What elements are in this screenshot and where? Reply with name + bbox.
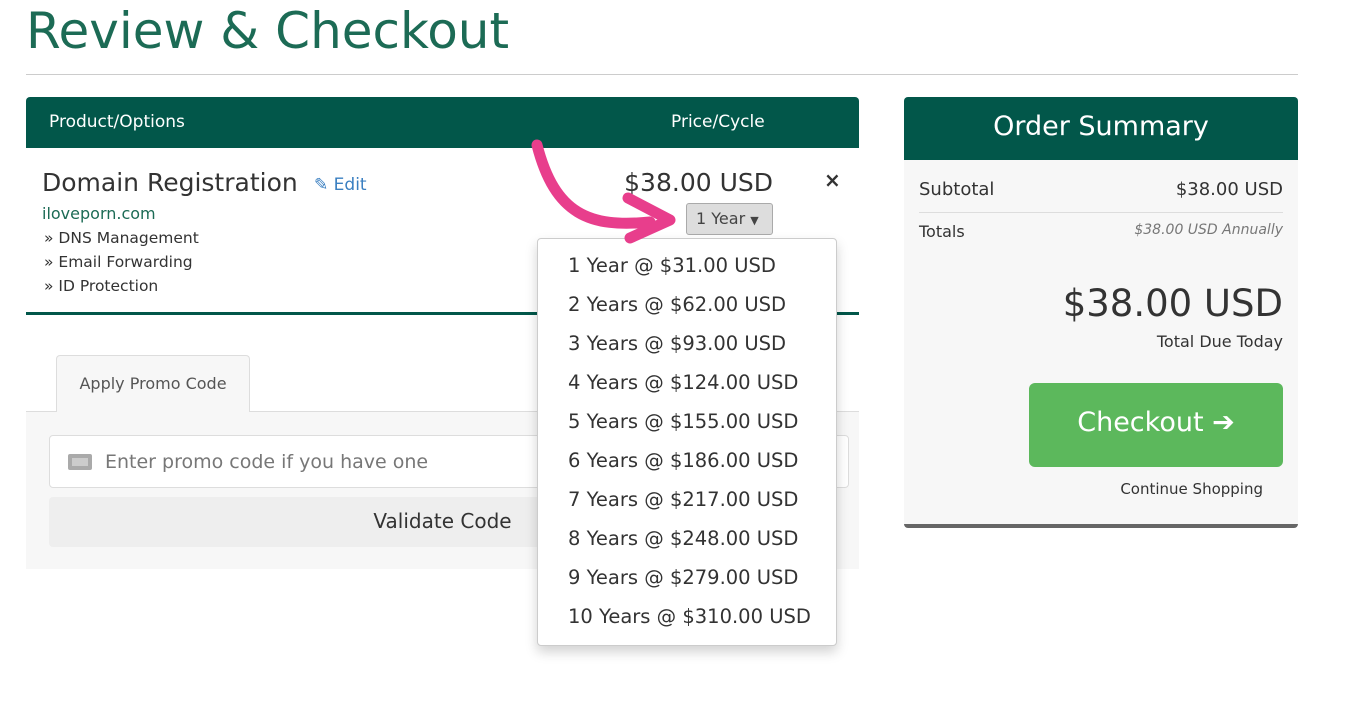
subtotal-row: Subtotal $38.00 USD: [919, 179, 1283, 213]
cart-table-header: Product/Options Price/Cycle: [26, 97, 859, 148]
header-product: Product/Options: [49, 112, 185, 132]
edit-link[interactable]: ✎ Edit: [314, 175, 367, 195]
cycle-option[interactable]: 10 Years @ $310.00 USD: [538, 602, 836, 641]
cycle-option[interactable]: 3 Years @ $93.00 USD: [538, 329, 836, 368]
header-price: Price/Cycle: [671, 112, 765, 132]
cycle-option[interactable]: 5 Years @ $155.00 USD: [538, 407, 836, 446]
billing-cycle-menu: 1 Year @ $31.00 USD 2 Years @ $62.00 USD 3…: [537, 238, 837, 646]
tab-apply-promo-code[interactable]: Apply Promo Code: [56, 355, 250, 412]
cycle-option[interactable]: 4 Years @ $124.00 USD: [538, 368, 836, 407]
total-due-label: Total Due Today: [1156, 332, 1283, 351]
total-due-amount: $38.00 USD: [1062, 282, 1283, 325]
ticket-icon: [68, 454, 92, 470]
cycle-option[interactable]: 1 Year @ $31.00 USD: [538, 251, 836, 290]
option-item: » ID Protection: [44, 277, 159, 295]
page-title: Review & Checkout: [26, 2, 510, 60]
checkout-button[interactable]: Checkout ➔: [1029, 383, 1283, 467]
cycle-option[interactable]: 2 Years @ $62.00 USD: [538, 290, 836, 329]
order-summary: Order Summary Subtotal $38.00 USD Totals…: [904, 97, 1298, 528]
product-name: Domain Registration: [42, 168, 298, 197]
totals-row: Totals $38.00 USD Annually: [919, 222, 1283, 241]
option-item: » DNS Management: [44, 229, 199, 247]
order-summary-title: Order Summary: [904, 97, 1298, 160]
arrow-right-icon: ➔: [1212, 407, 1235, 438]
divider: [26, 74, 1298, 75]
remove-item-button[interactable]: ×: [824, 168, 841, 192]
caret-down-icon: ▼: [750, 214, 759, 227]
cycle-option[interactable]: 8 Years @ $248.00 USD: [538, 524, 836, 563]
domain-name: iloveporn.com: [42, 204, 156, 223]
cycle-option[interactable]: 7 Years @ $217.00 USD: [538, 485, 836, 524]
option-item: » Email Forwarding: [44, 253, 193, 271]
cycle-option[interactable]: 6 Years @ $186.00 USD: [538, 446, 836, 485]
cycle-option[interactable]: 9 Years @ $279.00 USD: [538, 563, 836, 602]
billing-cycle-dropdown[interactable]: 1 Year ▼: [686, 203, 773, 235]
pencil-icon: ✎: [314, 175, 329, 195]
continue-shopping-link[interactable]: Continue Shopping: [1120, 480, 1263, 498]
item-price: $38.00 USD: [624, 168, 773, 197]
